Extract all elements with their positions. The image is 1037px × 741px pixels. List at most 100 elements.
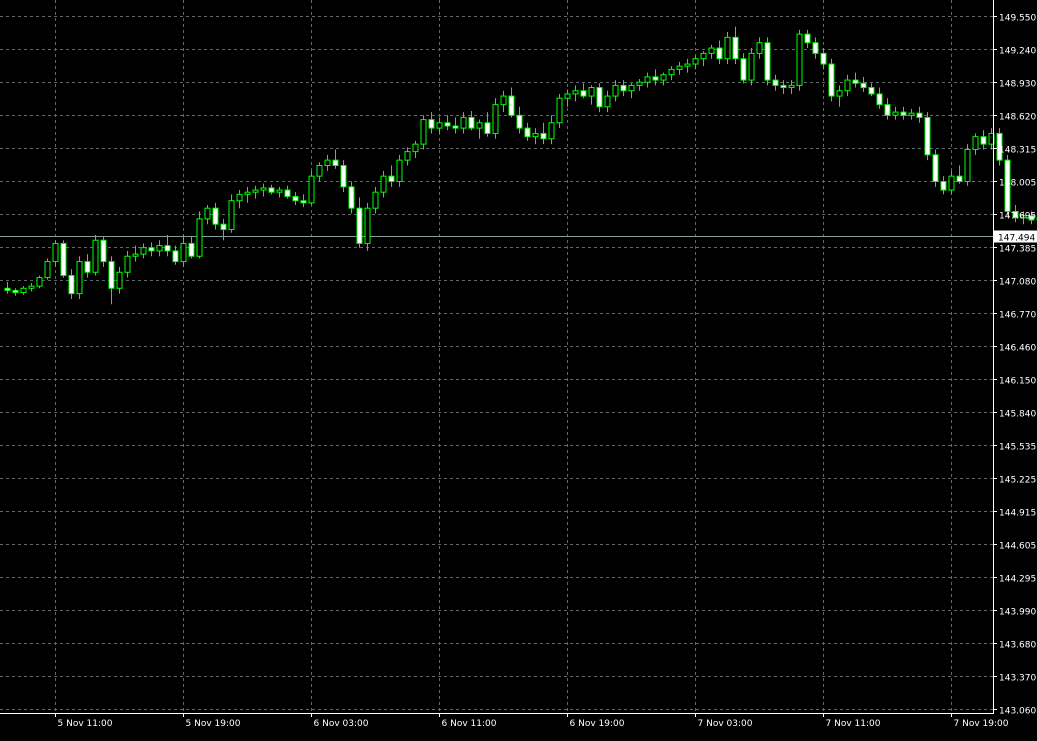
candle-body [812, 42, 819, 54]
candle-body [756, 42, 763, 54]
candle-body [60, 242, 67, 276]
price-tick-label: 144.605 [999, 542, 1036, 552]
candle [828, 58, 835, 102]
candle-body [108, 261, 115, 289]
candle-body [524, 127, 531, 138]
candle [964, 144, 971, 186]
candle-body [204, 207, 211, 220]
price-tick-label: 148.315 [999, 146, 1036, 156]
candle-body [412, 143, 419, 153]
candle-body [940, 181, 947, 191]
candle-body [588, 87, 595, 97]
candle-body [716, 47, 723, 60]
candle-body [436, 122, 443, 129]
candle-body [828, 63, 835, 97]
candle-body [908, 112, 915, 116]
price-tick-label: 144.915 [999, 509, 1036, 519]
candle [308, 170, 315, 205]
candle-body [36, 277, 43, 287]
candle-body [516, 114, 523, 129]
candle-body [692, 58, 699, 65]
candle [764, 37, 771, 86]
candle [748, 48, 755, 86]
candle-body [148, 247, 155, 252]
price-tick-label: 143.060 [999, 707, 1036, 717]
candle-body [308, 175, 315, 204]
price-tick-label: 148.005 [999, 179, 1036, 189]
candle-body [300, 200, 307, 204]
price-tick-label: 148.930 [999, 80, 1036, 90]
candle-body [332, 159, 339, 166]
candle-body [484, 122, 491, 134]
candle-body [764, 42, 771, 81]
price-tick-label: 149.550 [999, 14, 1036, 24]
candle [76, 256, 83, 299]
candle-body [340, 164, 347, 188]
candle-body [636, 81, 643, 86]
candle-body [452, 125, 459, 129]
candle-body [836, 90, 843, 97]
candle-body [420, 119, 427, 145]
candle-body [780, 84, 787, 89]
candle-body [76, 261, 83, 295]
candle-body [564, 93, 571, 99]
candle-body [396, 159, 403, 183]
time-tick-label: 7 Nov 03:00 [698, 719, 753, 729]
candle-body [804, 33, 811, 44]
price-chart[interactable]: 149.550 149.240 148.930 148.620 148.315 148.0… [0, 0, 1037, 737]
candle-body [684, 63, 691, 67]
candle-body [652, 76, 659, 81]
candle-body [124, 255, 131, 273]
candlestick-chart-svg[interactable]: 149.550 149.240 148.930 148.620 148.315 148.0… [0, 0, 1037, 737]
candle-body [972, 136, 979, 150]
price-tick-label: 143.990 [999, 608, 1036, 618]
candle-body [628, 84, 635, 92]
candle-body [892, 111, 899, 116]
candle-body [364, 207, 371, 244]
candle-body [116, 271, 123, 289]
candle-body [924, 116, 931, 156]
candle-body [868, 87, 875, 95]
candle-body [556, 97, 563, 124]
candle-body [860, 82, 867, 89]
candle-body [492, 104, 499, 134]
time-tick-label: 7 Nov 11:00 [826, 719, 881, 729]
candle-body [468, 116, 475, 129]
price-tick-label: 143.680 [999, 641, 1036, 651]
candle-body [844, 79, 851, 92]
candle-body [620, 84, 627, 92]
candle-body [260, 187, 267, 191]
candle [60, 240, 67, 278]
candle [492, 98, 499, 139]
candle-body [732, 36, 739, 60]
price-tick-label: 147.080 [999, 278, 1036, 288]
candle-body [964, 148, 971, 183]
candle-body [548, 122, 555, 140]
candle-body [68, 274, 75, 295]
candle-body [188, 242, 195, 257]
candle-body [316, 164, 323, 177]
candle-body [20, 287, 27, 294]
candle-body [772, 79, 779, 86]
candle-body [356, 207, 363, 244]
candle-body [948, 175, 955, 191]
candle-body [580, 90, 587, 97]
candle-body [324, 159, 331, 166]
candle-body [900, 111, 907, 116]
candle-body [876, 93, 883, 106]
current-price-label-text: 147.494 [998, 234, 1035, 244]
candle-body [212, 207, 219, 225]
candle-body [132, 253, 139, 257]
candle-body [476, 122, 483, 129]
candle-body [676, 65, 683, 70]
price-tick-label: 147.695 [999, 212, 1036, 222]
candle-body [444, 122, 451, 127]
price-tick-label: 146.460 [999, 344, 1036, 354]
candle-body [460, 116, 467, 129]
candle-body [164, 245, 171, 252]
candle-body [276, 189, 283, 193]
candle-body [388, 175, 395, 183]
candle-body [252, 189, 259, 193]
candle-body [596, 87, 603, 108]
candle-body [956, 175, 963, 183]
